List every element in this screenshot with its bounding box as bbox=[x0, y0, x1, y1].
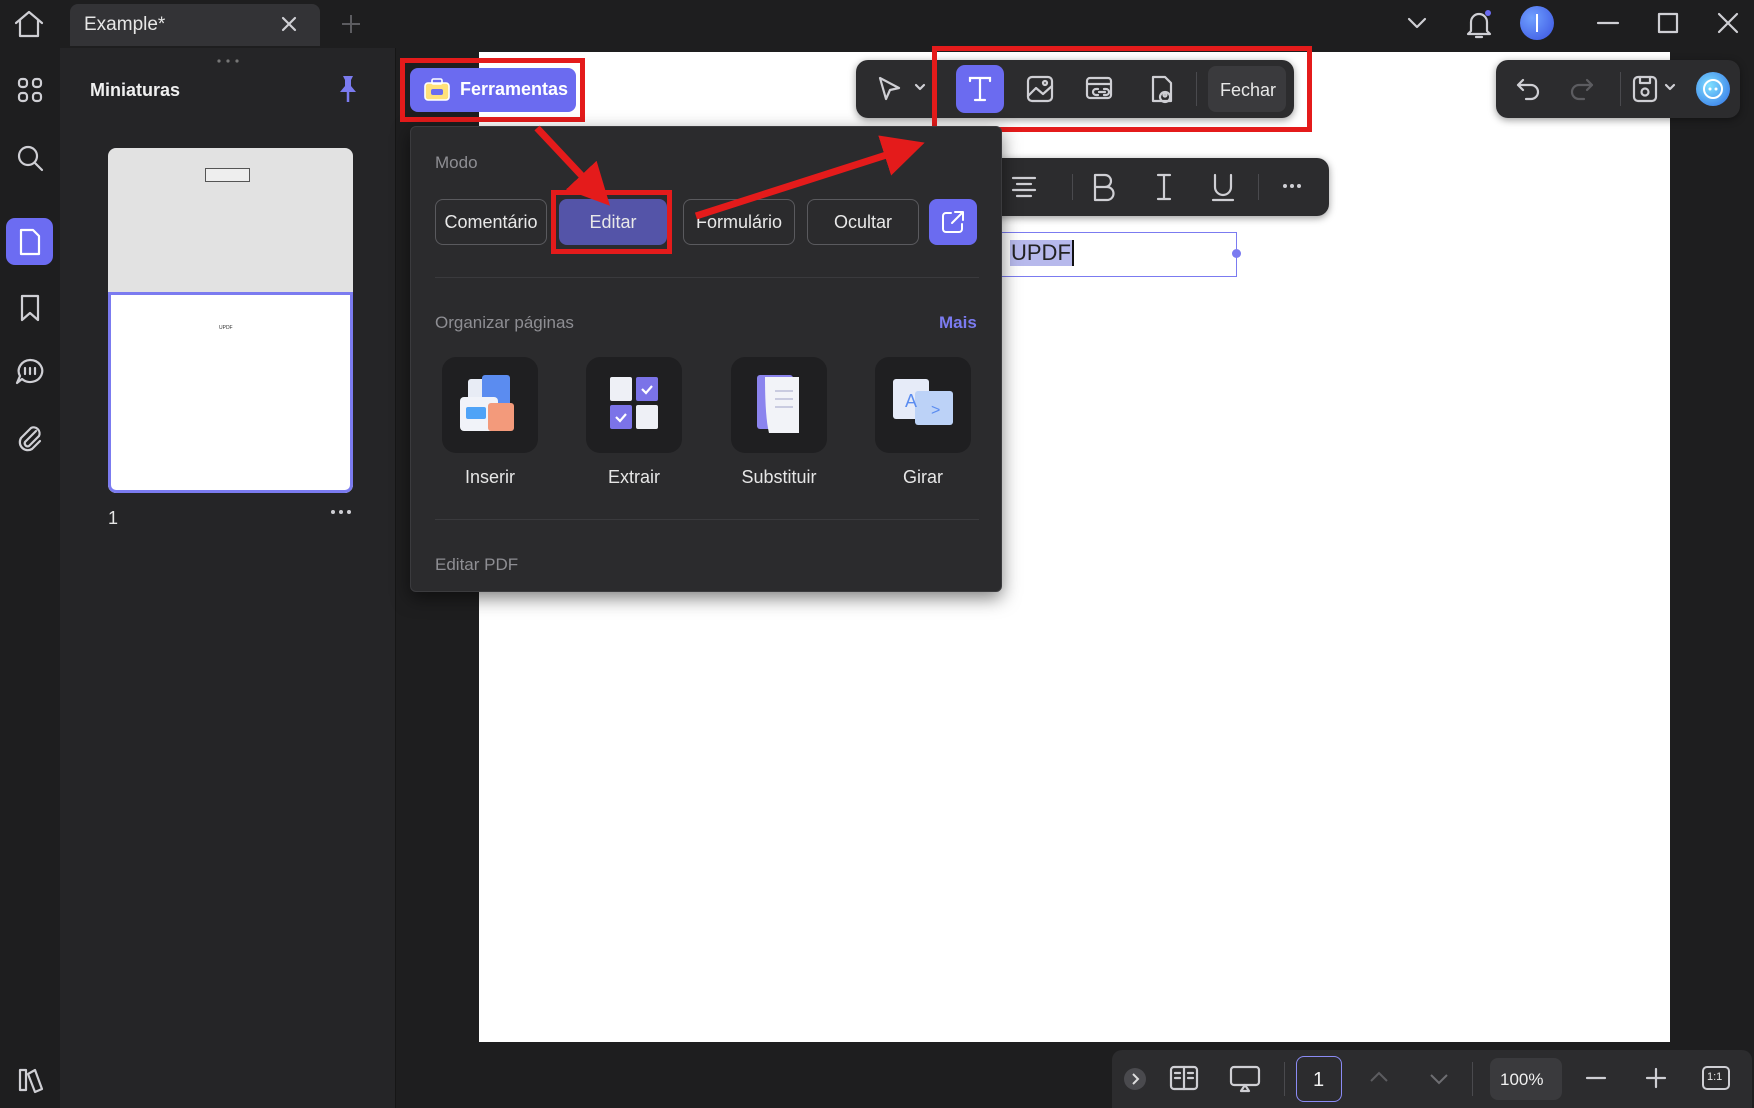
zoom-in-icon[interactable] bbox=[1644, 1066, 1668, 1090]
actual-size-button[interactable]: 1:1 bbox=[1702, 1066, 1730, 1090]
presentation-icon[interactable] bbox=[1228, 1064, 1262, 1094]
bottom-toolbar: 1 100% 1:1 bbox=[1112, 1050, 1752, 1108]
divider bbox=[1284, 1062, 1285, 1096]
divider bbox=[1472, 1062, 1473, 1096]
expand-icon[interactable] bbox=[1124, 1068, 1146, 1090]
zoom-out-icon[interactable] bbox=[1584, 1066, 1608, 1090]
zoom-level[interactable]: 100% bbox=[1490, 1058, 1562, 1100]
zoom-value: 100% bbox=[1500, 1070, 1544, 1089]
next-page-icon[interactable] bbox=[1428, 1072, 1450, 1086]
arrow-to-toolbar bbox=[694, 135, 925, 220]
page-input-value: 1 bbox=[1313, 1069, 1325, 1091]
arrow-to-edit bbox=[534, 125, 610, 206]
page-number-input[interactable]: 1 bbox=[1296, 1056, 1342, 1102]
previous-page-icon[interactable] bbox=[1368, 1070, 1390, 1084]
annotation-arrows bbox=[534, 125, 925, 220]
actual-size-label: 1:1 bbox=[1707, 1071, 1723, 1083]
page-layout-icon[interactable] bbox=[1168, 1064, 1200, 1092]
